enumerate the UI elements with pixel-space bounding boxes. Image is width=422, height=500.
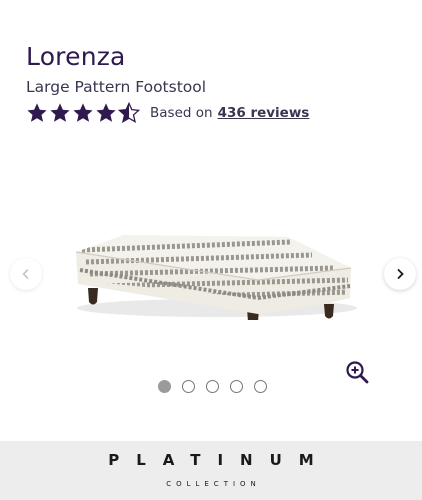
star-rating (26, 102, 140, 124)
star-full-icon (72, 102, 94, 124)
slide-dot-4[interactable] (230, 380, 243, 393)
banner-title: PLATINUM (108, 451, 331, 469)
rating-row: Based on 436 reviews (26, 101, 309, 125)
zoom-in-icon (346, 361, 369, 384)
rating-based-on-label: Based on (150, 105, 213, 121)
image-gallery (0, 140, 422, 410)
slide-dot-1[interactable] (158, 380, 171, 393)
star-full-icon (95, 102, 117, 124)
product-title: Lorenza (26, 42, 126, 71)
star-full-icon (26, 102, 48, 124)
product-subtitle: Large Pattern Footstool (26, 78, 207, 96)
chevron-right-icon (397, 269, 404, 279)
product-image (75, 235, 357, 320)
slide-dot-2[interactable] (182, 380, 195, 393)
slide-dot-5[interactable] (254, 380, 267, 393)
slide-dot-3[interactable] (206, 380, 219, 393)
previous-image-button[interactable] (10, 258, 42, 290)
next-image-button[interactable] (384, 258, 416, 290)
collection-banner: PLATINUM COLLECTION (0, 441, 422, 500)
star-half-icon (118, 102, 140, 124)
zoom-button[interactable] (345, 360, 369, 384)
chevron-left-icon (22, 269, 29, 279)
slide-indicators (158, 380, 267, 393)
star-full-icon (49, 102, 71, 124)
banner-subtitle: COLLECTION (166, 480, 261, 488)
reviews-link[interactable]: 436 reviews (218, 105, 310, 121)
